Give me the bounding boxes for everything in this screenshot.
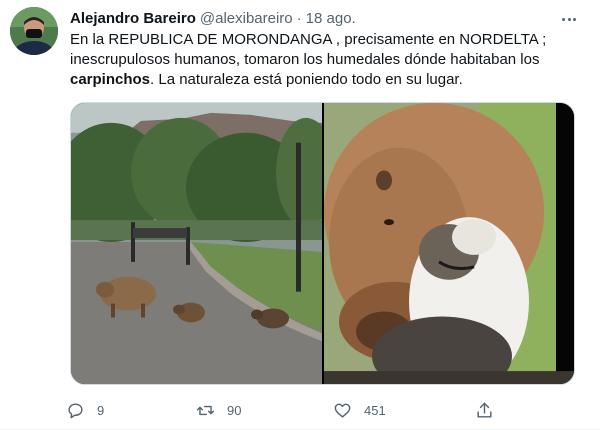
tweet[interactable]: Alejandro Bareiro @alexibareiro · 18 ago… bbox=[0, 0, 600, 430]
tweet-text-line: carpinchos. La naturaleza está poniendo … bbox=[70, 70, 575, 90]
heart-icon bbox=[334, 403, 351, 418]
reply-count: 9 bbox=[97, 402, 105, 418]
bold-word: carpinchos bbox=[70, 71, 151, 88]
retweet-button[interactable]: 90 bbox=[196, 396, 241, 424]
tweet-text-rest: . La naturaleza está poniendo todo en su… bbox=[150, 71, 463, 88]
like-button[interactable]: 451 bbox=[333, 396, 386, 424]
like-count: 451 bbox=[364, 402, 386, 418]
media-grid[interactable] bbox=[70, 102, 575, 385]
tweet-actions: 9 90 451 bbox=[66, 396, 506, 424]
retweet-icon bbox=[196, 405, 215, 415]
retweet-count: 90 bbox=[227, 402, 242, 418]
avatar-image bbox=[10, 7, 58, 55]
avatar[interactable] bbox=[10, 7, 58, 55]
tweet-text-line: inescrupulosos humanos, tomaron los hume… bbox=[70, 51, 540, 68]
reply-icon bbox=[68, 402, 83, 418]
share-icon bbox=[477, 402, 492, 418]
user-handle[interactable]: @alexibareiro bbox=[200, 9, 293, 29]
tweet-text-line: En la REPUBLICA DE MORONDANGA , precisam… bbox=[70, 31, 547, 48]
timestamp[interactable]: 18 ago. bbox=[306, 9, 356, 29]
tweet-header: Alejandro Bareiro @alexibareiro · 18 ago… bbox=[70, 9, 582, 29]
capybaras-road-photo[interactable] bbox=[71, 103, 322, 384]
capybara-cat-photo[interactable] bbox=[324, 103, 575, 384]
separator-dot: · bbox=[296, 10, 302, 27]
tweet-text: En la REPUBLICA DE MORONDANGA , precisam… bbox=[70, 30, 575, 90]
display-name[interactable]: Alejandro Bareiro bbox=[70, 9, 196, 29]
share-button[interactable] bbox=[475, 396, 494, 424]
reply-button[interactable]: 9 bbox=[66, 396, 104, 424]
more-icon[interactable] bbox=[558, 9, 580, 29]
